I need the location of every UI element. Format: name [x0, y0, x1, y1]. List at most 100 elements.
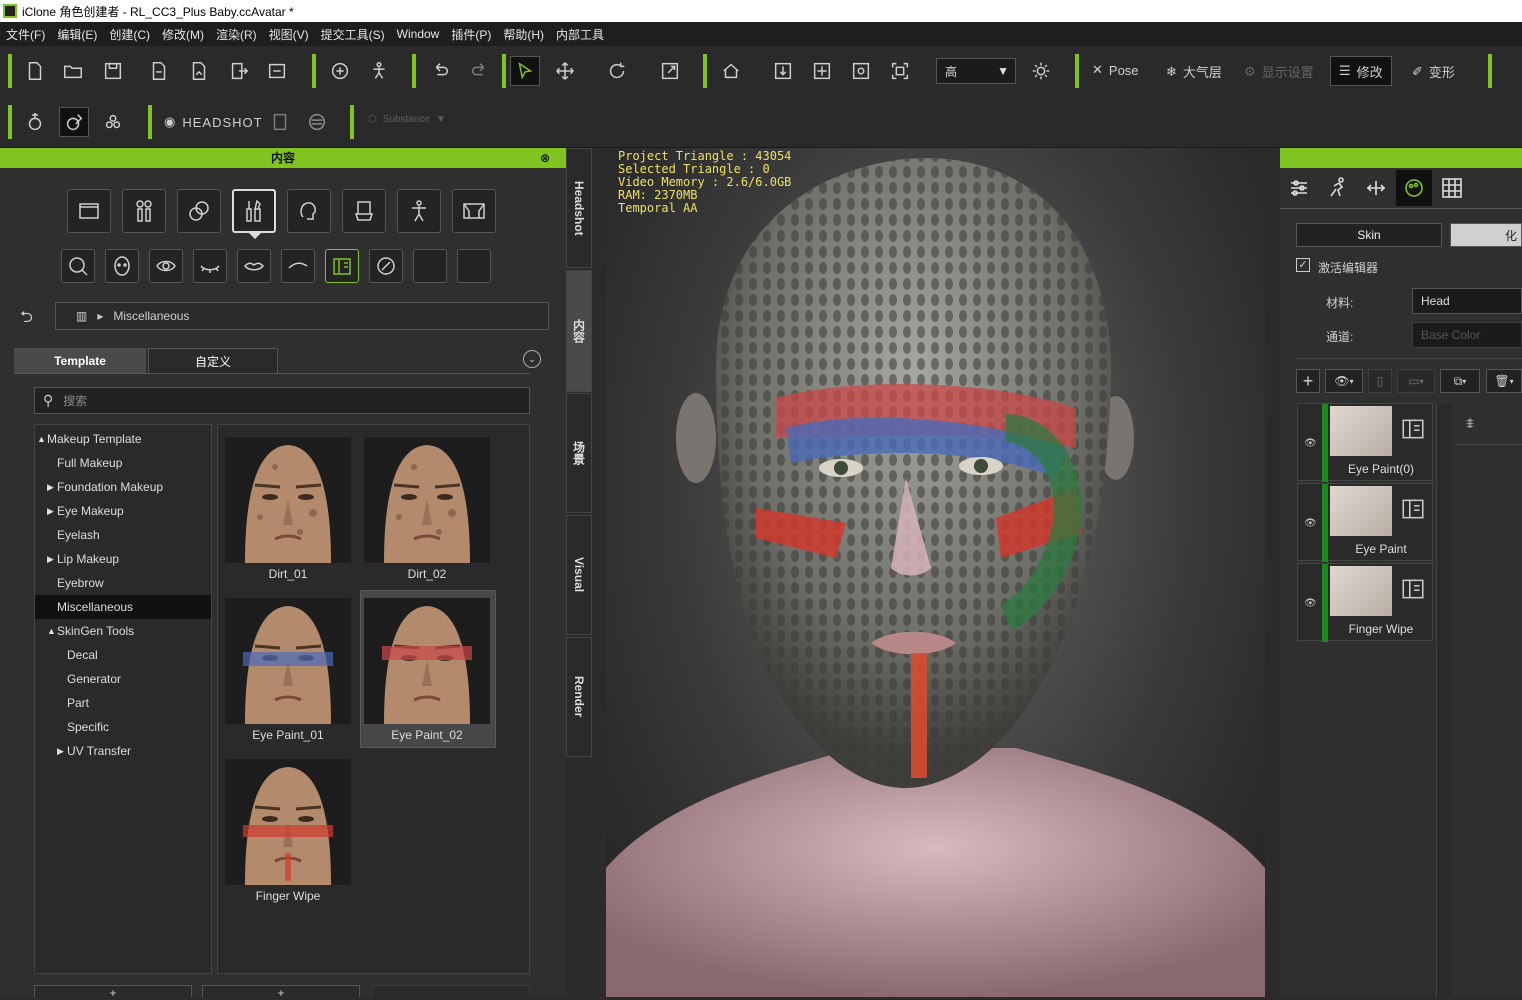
save-icon[interactable]: [98, 56, 128, 86]
breadcrumb-item[interactable]: Miscellaneous: [113, 309, 189, 323]
thumbnail-item[interactable]: [225, 759, 351, 885]
eye-icon[interactable]: 👁: [1304, 598, 1317, 609]
duplicate-layer-button[interactable]: ▯: [1368, 369, 1392, 393]
side-tab-visual[interactable]: Visual: [566, 515, 592, 635]
import-fbx-icon[interactable]: [184, 56, 214, 86]
tree-item[interactable]: ▶ UV Transfer: [35, 739, 211, 763]
expand-arrow-icon[interactable]: ▶: [47, 499, 54, 523]
body-morph-icon[interactable]: [20, 107, 50, 137]
expand-arrow-icon[interactable]: ▶: [47, 475, 54, 499]
skin-tab-button[interactable]: Skin: [1296, 223, 1442, 247]
menu-render[interactable]: 渲染(R): [210, 26, 263, 43]
render-quality-dropdown[interactable]: 高 ▼: [936, 58, 1016, 84]
morph-button[interactable]: ✐ 变形: [1412, 62, 1455, 81]
tab-physics[interactable]: [1358, 170, 1394, 206]
expand-arrow-icon[interactable]: ▶: [57, 739, 64, 763]
modify-button[interactable]: ☰ 修改: [1330, 56, 1392, 86]
tree-item[interactable]: ▲ SkinGen Tools: [35, 619, 211, 643]
mask-button[interactable]: ▭ ▾: [1397, 369, 1435, 393]
layer-brush-icon[interactable]: [1400, 576, 1426, 602]
menu-submit-tools[interactable]: 提交工具(S): [315, 26, 391, 43]
activate-editor-checkbox[interactable]: ✓: [1296, 258, 1310, 272]
channel-dropdown[interactable]: Base Color: [1412, 322, 1522, 348]
side-tab-headshot[interactable]: Headshot: [566, 148, 592, 268]
side-tab-render[interactable]: Render: [566, 637, 592, 757]
camera-pan-icon[interactable]: [807, 56, 837, 86]
layer-brush-icon[interactable]: [1400, 496, 1426, 522]
transfer-icon[interactable]: [262, 56, 292, 86]
category-folder-button[interactable]: [67, 189, 111, 233]
headshot-button[interactable]: ◉ HEADSHOT: [164, 114, 263, 130]
expand-arrow-icon[interactable]: ▶: [47, 547, 54, 571]
sub-eye-button[interactable]: [149, 249, 183, 283]
sub-miscellaneous-button[interactable]: [325, 249, 359, 283]
menu-view[interactable]: 视图(V): [263, 26, 315, 43]
tree-item[interactable]: Part: [35, 691, 211, 715]
cluster-icon[interactable]: [98, 107, 128, 137]
menu-edit[interactable]: 编辑(E): [51, 26, 103, 43]
open-folder-icon[interactable]: [58, 56, 88, 86]
tab-texture[interactable]: [1434, 170, 1470, 206]
import-icon[interactable]: [144, 56, 174, 86]
home-camera-icon[interactable]: [716, 56, 746, 86]
tab-motion[interactable]: [1320, 170, 1356, 206]
sub-skingen-button[interactable]: [369, 249, 403, 283]
menu-plugins[interactable]: 插件(P): [445, 26, 497, 43]
layer-scrollbar[interactable]: [1436, 403, 1452, 997]
collapse-icon[interactable]: ⌄: [523, 350, 541, 368]
sub-search-face-button[interactable]: [61, 249, 95, 283]
bottom-apply-button[interactable]: +: [202, 985, 360, 1000]
visibility-button[interactable]: 👁 ▾: [1325, 369, 1363, 393]
redo-icon[interactable]: [465, 56, 495, 86]
new-file-icon[interactable]: [20, 56, 50, 86]
scale-icon[interactable]: [655, 56, 685, 86]
category-clothing-button[interactable]: [342, 189, 386, 233]
category-head-button[interactable]: [287, 189, 331, 233]
close-icon[interactable]: ⊗: [540, 148, 550, 168]
export-icon[interactable]: [224, 56, 254, 86]
thumbnail-item[interactable]: [225, 437, 351, 563]
expand-arrow-icon[interactable]: ▲: [47, 619, 56, 643]
tree-item[interactable]: Eyelash: [35, 523, 211, 547]
display-settings-button[interactable]: ⚙ 显示设置: [1244, 62, 1314, 81]
tab-custom[interactable]: 自定义: [148, 348, 278, 374]
tree-item[interactable]: Full Makeup: [35, 451, 211, 475]
pose-figure-icon[interactable]: [364, 56, 394, 86]
tree-item[interactable]: ▲ Makeup Template: [35, 427, 211, 451]
layer-item[interactable]: 👁 Eye Paint: [1297, 483, 1433, 562]
select-arrow-icon[interactable]: [510, 56, 540, 86]
sub-empty-button[interactable]: [413, 249, 447, 283]
menu-create[interactable]: 创建(C): [103, 26, 156, 43]
camera-zoom-icon[interactable]: [846, 56, 876, 86]
bottom-disabled-button[interactable]: [372, 985, 530, 997]
tree-item[interactable]: Decal: [35, 643, 211, 667]
tree-item[interactable]: Eyebrow: [35, 571, 211, 595]
substance-button[interactable]: ⬡ Substance ▼: [368, 114, 446, 125]
menu-file[interactable]: 文件(F): [0, 26, 51, 43]
makeup-tab-button[interactable]: 化: [1450, 223, 1522, 247]
camera-frame-icon[interactable]: [885, 56, 915, 86]
search-field[interactable]: ⚲ 搜索: [34, 387, 530, 414]
tab-template[interactable]: Template: [14, 348, 146, 374]
layer-order-button[interactable]: ⧉ ▾: [1440, 369, 1480, 393]
category-skin-button[interactable]: [177, 189, 221, 233]
delete-layer-button[interactable]: 🗑 ▾: [1486, 369, 1522, 393]
add-layer-button[interactable]: +: [1296, 369, 1320, 393]
thumbnail-item[interactable]: [364, 437, 490, 563]
tab-settings[interactable]: [1281, 170, 1317, 206]
sub-lip-button[interactable]: [237, 249, 271, 283]
brush-settings-icon[interactable]: ⩨: [1466, 415, 1474, 432]
eye-icon[interactable]: 👁: [1304, 438, 1317, 449]
eye-icon[interactable]: 👁: [1304, 518, 1317, 529]
tree-item[interactable]: ▶ Eye Makeup: [35, 499, 211, 523]
head-mesh-icon[interactable]: [302, 107, 332, 137]
category-makeup-button[interactable]: [232, 189, 276, 233]
skin-edit-icon[interactable]: [59, 107, 89, 137]
thumbnail-item[interactable]: [225, 598, 351, 724]
light-icon[interactable]: [1026, 56, 1056, 86]
pose-button[interactable]: ✕ Pose: [1092, 62, 1139, 78]
sub-eyelash-button[interactable]: [193, 249, 227, 283]
search-input[interactable]: 搜索: [63, 392, 87, 409]
back-icon[interactable]: ⮌: [20, 306, 33, 333]
rotate-icon[interactable]: [602, 56, 632, 86]
